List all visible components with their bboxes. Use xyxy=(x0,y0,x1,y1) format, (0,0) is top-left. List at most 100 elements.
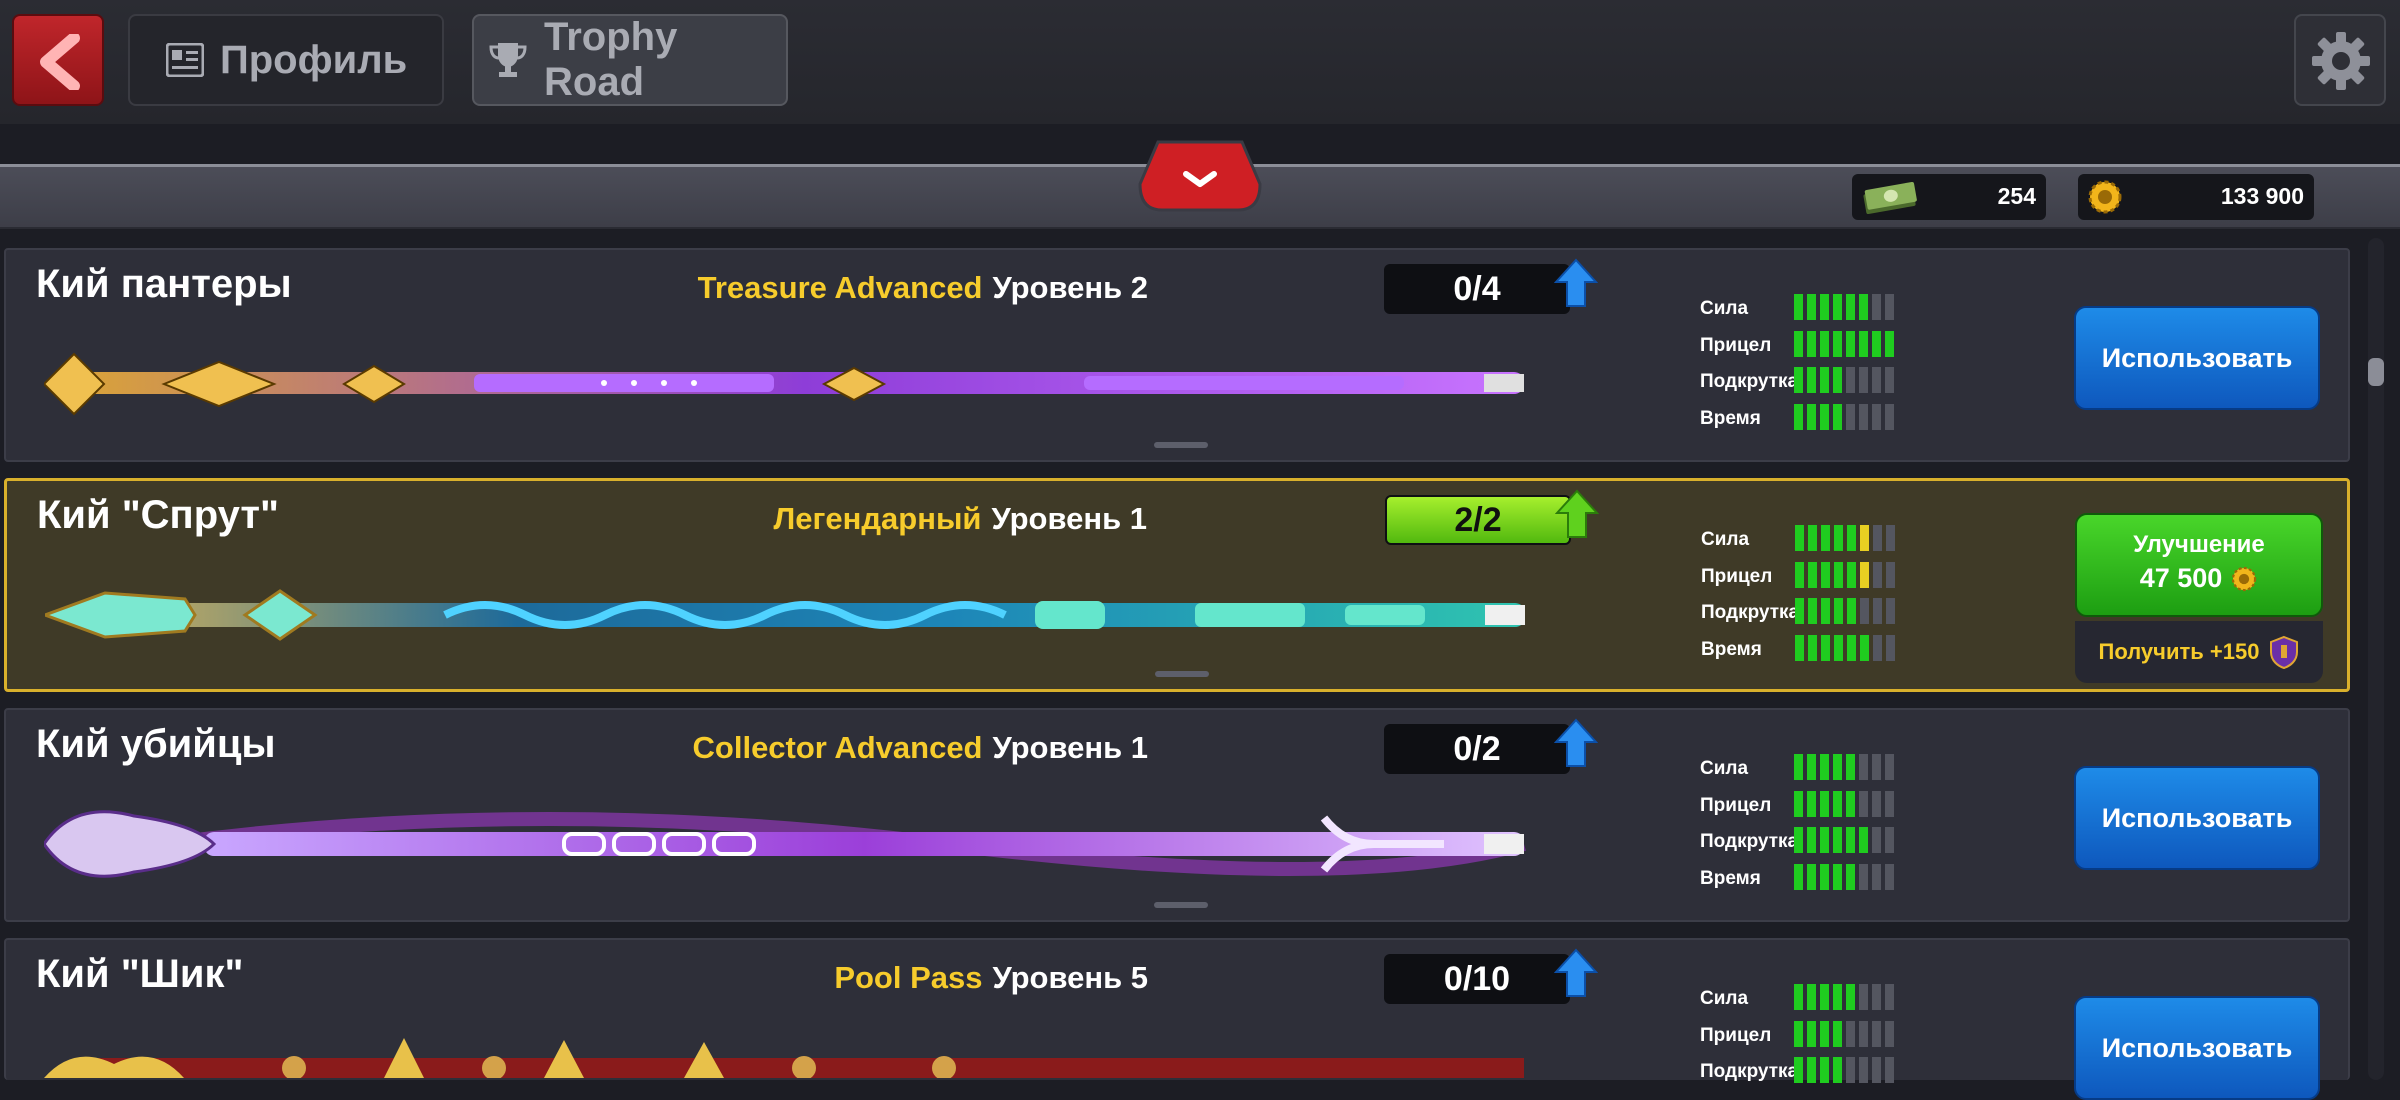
cue-rarity: Pool Pass xyxy=(834,960,983,995)
stat-bar-segment xyxy=(1807,863,1816,890)
stat-bars xyxy=(1794,1057,1898,1083)
stat-bar-segment xyxy=(1846,330,1855,357)
cue-meta: Treasure Advanced Уровень 2 xyxy=(698,270,1148,306)
stat-bar-segment xyxy=(1833,984,1842,1010)
stat-bar-segment xyxy=(1794,754,1803,780)
stat-bar-segment xyxy=(1859,984,1868,1010)
chevron-left-icon xyxy=(40,34,80,90)
cue-image-chic xyxy=(44,1038,1524,1078)
stat-bar-segment xyxy=(1885,330,1894,357)
stat-label: Сила xyxy=(1700,758,1749,779)
id-card-icon xyxy=(166,43,204,77)
upgrade-arrow-icon xyxy=(1554,948,1598,997)
cash-stack-icon xyxy=(1863,181,1917,215)
settings-button[interactable] xyxy=(2294,14,2386,106)
card-handle xyxy=(1155,671,1209,677)
stat-bars xyxy=(1795,598,1899,624)
stat-bar-segment xyxy=(1834,634,1843,661)
stat-bar-segment xyxy=(1821,525,1830,551)
stat-bar-segment xyxy=(1833,1057,1842,1083)
bonus-reward[interactable]: Получить +150 xyxy=(2075,621,2323,683)
cue-card-chic[interactable]: Кий "Шик" Pool Pass Уровень 5 0/10 Сила П… xyxy=(4,938,2350,1100)
scrollbar-thumb[interactable] xyxy=(2368,358,2384,386)
stat-bar-segment xyxy=(1859,330,1868,357)
stat-bar-segment xyxy=(1807,1057,1816,1083)
cue-name: Кий "Шик" xyxy=(36,952,244,996)
cue-card-assassin[interactable]: Кий убийцы Collector Advanced Уровень 1 0… xyxy=(4,708,2350,922)
stat-bar-segment xyxy=(1872,754,1881,780)
cue-card-panther[interactable]: Кий пантеры Treasure Advanced Уровень 2 0… xyxy=(4,248,2350,462)
gear-icon xyxy=(2312,32,2370,90)
stat-bar-segment xyxy=(1821,598,1830,624)
collapse-button[interactable] xyxy=(1138,140,1262,212)
use-button[interactable]: Использовать xyxy=(2074,766,2320,870)
stat-bars xyxy=(1794,754,1898,780)
stat-bar-segment xyxy=(1821,634,1830,661)
stat-bar-segment xyxy=(1860,634,1869,661)
stat-bar-segment xyxy=(1833,827,1842,853)
stat-bar-segment xyxy=(1794,294,1803,320)
coin-balance[interactable]: 133 900 xyxy=(2078,174,2314,220)
cue-level: Уровень 2 xyxy=(992,270,1149,305)
stat-bar-segment xyxy=(1860,525,1869,551)
stat-bar-segment xyxy=(1833,863,1842,890)
stat-bar-segment xyxy=(1885,1057,1894,1083)
stat-bar-segment xyxy=(1834,561,1843,588)
card-handle xyxy=(1154,442,1208,448)
stat-bar-segment xyxy=(1846,1020,1855,1047)
cue-meta: Collector Advanced Уровень 1 xyxy=(693,730,1148,766)
stat-bar-segment xyxy=(1859,827,1868,853)
stat-bar-segment xyxy=(1794,863,1803,890)
cue-rarity: Легендарный xyxy=(773,501,982,536)
stat-bar-segment xyxy=(1820,984,1829,1010)
tab-trophy-road[interactable]: Trophy Road xyxy=(472,14,788,106)
stat-bar-segment xyxy=(1847,561,1856,588)
stat-bar-segment xyxy=(1886,634,1895,661)
stat-bar-segment xyxy=(1833,330,1842,357)
stat-bar-segment xyxy=(1821,561,1830,588)
cue-name: Кий убийцы xyxy=(36,722,276,766)
stat-bar-segment xyxy=(1807,754,1816,780)
stat-bar-segment xyxy=(1807,984,1816,1010)
stat-bar-segment xyxy=(1820,367,1829,393)
cash-balance[interactable]: 254 xyxy=(1852,174,2046,220)
tab-profile[interactable]: Профиль xyxy=(128,14,444,106)
cue-name: Кий пантеры xyxy=(36,262,292,306)
stat-bar-segment xyxy=(1885,294,1894,320)
upgrade-progress: 0/10 xyxy=(1384,954,1570,1004)
stat-bar-segment xyxy=(1820,1020,1829,1047)
stat-bars xyxy=(1794,863,1898,890)
stat-bars xyxy=(1795,561,1899,588)
stat-bar-segment xyxy=(1820,790,1829,817)
stat-bar-segment xyxy=(1833,1020,1842,1047)
stat-bar-segment xyxy=(1847,634,1856,661)
stat-bar-segment xyxy=(1846,827,1855,853)
stat-bar-segment xyxy=(1808,525,1817,551)
back-button[interactable] xyxy=(12,14,104,106)
stat-bar-segment xyxy=(1859,294,1868,320)
upgrade-arrow-icon xyxy=(1554,258,1598,307)
stat-bar-segment xyxy=(1807,403,1816,430)
stat-bar-segment xyxy=(1886,561,1895,588)
stat-bar-segment xyxy=(1820,1057,1829,1083)
stat-bar-segment xyxy=(1885,863,1894,890)
cue-card-octopus[interactable]: Кий "Спрут" Легендарный Уровень 1 2/2 Сил… xyxy=(4,478,2350,692)
stat-bar-segment xyxy=(1820,330,1829,357)
use-button[interactable]: Использовать xyxy=(2074,996,2320,1100)
cue-level: Уровень 1 xyxy=(991,501,1148,536)
stat-label: Сила xyxy=(1701,529,1750,550)
upgrade-button[interactable]: Улучшение 47 500 xyxy=(2075,513,2323,617)
progress-text: 0/10 xyxy=(1443,960,1511,998)
upgrade-label: Улучшение xyxy=(2133,531,2265,558)
cue-meta: Легендарный Уровень 1 xyxy=(774,501,1147,537)
stat-bar-segment xyxy=(1807,827,1816,853)
cue-meta: Pool Pass Уровень 5 xyxy=(834,960,1148,996)
stat-label: Время xyxy=(1700,407,1761,429)
stat-bar-segment xyxy=(1859,790,1868,817)
stat-label: Прицел xyxy=(1700,794,1772,816)
use-button[interactable]: Использовать xyxy=(2074,306,2320,410)
stat-bar-segment xyxy=(1860,598,1869,624)
stat-label: Сила xyxy=(1700,298,1749,319)
cue-rarity: Collector Advanced xyxy=(692,730,983,765)
stat-bar-segment xyxy=(1794,984,1803,1010)
